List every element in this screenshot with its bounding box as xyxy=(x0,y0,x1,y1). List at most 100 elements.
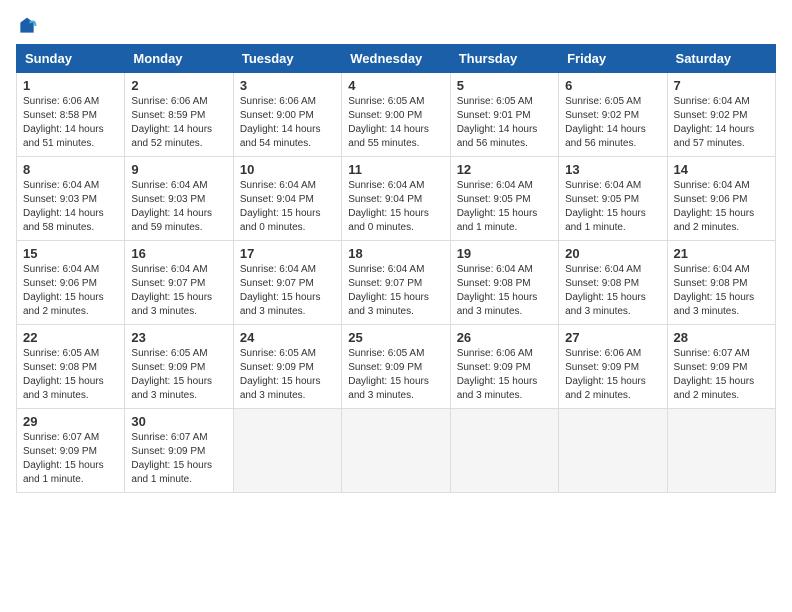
calendar-cell: 18 Sunrise: 6:04 AMSunset: 9:07 PMDayligh… xyxy=(342,241,450,325)
calendar-cell: 19 Sunrise: 6:04 AMSunset: 9:08 PMDayligh… xyxy=(450,241,558,325)
calendar-week-5: 29 Sunrise: 6:07 AMSunset: 9:09 PMDayligh… xyxy=(17,409,776,493)
calendar-cell: 2Sunrise: 6:06 AMSunset: 8:59 PMDaylight… xyxy=(125,73,233,157)
day-info: Sunrise: 6:06 AMSunset: 9:09 PMDaylight:… xyxy=(457,347,552,403)
day-header-saturday: Saturday xyxy=(667,45,775,73)
day-number: 5 xyxy=(457,78,552,93)
day-number: 19 xyxy=(457,246,552,261)
day-number: 24 xyxy=(240,330,335,345)
day-info: Sunrise: 6:05 AMSunset: 9:09 PMDaylight:… xyxy=(348,347,443,403)
day-header-friday: Friday xyxy=(559,45,667,73)
day-number: 8 xyxy=(23,162,118,177)
day-number: 2 xyxy=(131,78,226,93)
day-number: 12 xyxy=(457,162,552,177)
calendar-week-4: 22 Sunrise: 6:05 AMSunset: 9:08 PMDayligh… xyxy=(17,325,776,409)
day-info: Sunrise: 6:04 AMSunset: 9:05 PMDaylight:… xyxy=(457,179,552,235)
calendar-cell: 13 Sunrise: 6:04 AMSunset: 9:05 PMDayligh… xyxy=(559,157,667,241)
calendar-cell: 17 Sunrise: 6:04 AMSunset: 9:07 PMDayligh… xyxy=(233,241,341,325)
calendar-cell: 8 Sunrise: 6:04 AMSunset: 9:03 PMDaylight… xyxy=(17,157,125,241)
day-number: 14 xyxy=(674,162,769,177)
day-info: Sunrise: 6:06 AMSunset: 9:09 PMDaylight:… xyxy=(565,347,660,403)
day-info: Sunrise: 6:04 AMSunset: 9:02 PMDaylight:… xyxy=(674,95,769,151)
calendar-cell: 21Sunrise: 6:04 AMSunset: 9:08 PMDayligh… xyxy=(667,241,775,325)
day-info: Sunrise: 6:04 AMSunset: 9:03 PMDaylight:… xyxy=(131,179,226,235)
day-number: 23 xyxy=(131,330,226,345)
day-info: Sunrise: 6:04 AMSunset: 9:08 PMDaylight:… xyxy=(457,263,552,319)
day-number: 9 xyxy=(131,162,226,177)
calendar-cell: 24 Sunrise: 6:05 AMSunset: 9:09 PMDayligh… xyxy=(233,325,341,409)
calendar-cell: 4 Sunrise: 6:05 AMSunset: 9:00 PMDaylight… xyxy=(342,73,450,157)
day-info: Sunrise: 6:04 AMSunset: 9:04 PMDaylight:… xyxy=(240,179,335,235)
calendar-cell: 11 Sunrise: 6:04 AMSunset: 9:04 PMDayligh… xyxy=(342,157,450,241)
day-number: 10 xyxy=(240,162,335,177)
calendar-cell: 10 Sunrise: 6:04 AMSunset: 9:04 PMDayligh… xyxy=(233,157,341,241)
calendar-cell: 14 Sunrise: 6:04 AMSunset: 9:06 PMDayligh… xyxy=(667,157,775,241)
day-number: 18 xyxy=(348,246,443,261)
day-number: 17 xyxy=(240,246,335,261)
day-number: 20 xyxy=(565,246,660,261)
calendar-cell: 1 Sunrise: 6:06 AMSunset: 8:58 PMDaylight… xyxy=(17,73,125,157)
day-number: 1 xyxy=(23,78,118,93)
calendar-header-row: SundayMondayTuesdayWednesdayThursdayFrid… xyxy=(17,45,776,73)
day-info: Sunrise: 6:05 AMSunset: 9:00 PMDaylight:… xyxy=(348,95,443,151)
day-header-monday: Monday xyxy=(125,45,233,73)
calendar-cell xyxy=(233,409,341,493)
day-info: Sunrise: 6:06 AMSunset: 9:00 PMDaylight:… xyxy=(240,95,335,151)
calendar-cell: 23Sunrise: 6:05 AMSunset: 9:09 PMDayligh… xyxy=(125,325,233,409)
logo-icon xyxy=(17,16,37,36)
day-number: 29 xyxy=(23,414,118,429)
logo xyxy=(16,16,37,32)
day-info: Sunrise: 6:04 AMSunset: 9:07 PMDaylight:… xyxy=(348,263,443,319)
day-number: 28 xyxy=(674,330,769,345)
day-info: Sunrise: 6:04 AMSunset: 9:03 PMDaylight:… xyxy=(23,179,118,235)
calendar-cell: 27 Sunrise: 6:06 AMSunset: 9:09 PMDayligh… xyxy=(559,325,667,409)
day-number: 21 xyxy=(674,246,769,261)
day-number: 11 xyxy=(348,162,443,177)
day-info: Sunrise: 6:04 AMSunset: 9:07 PMDaylight:… xyxy=(240,263,335,319)
day-info: Sunrise: 6:04 AMSunset: 9:06 PMDaylight:… xyxy=(23,263,118,319)
day-number: 6 xyxy=(565,78,660,93)
calendar-cell: 12 Sunrise: 6:04 AMSunset: 9:05 PMDayligh… xyxy=(450,157,558,241)
day-info: Sunrise: 6:04 AMSunset: 9:04 PMDaylight:… xyxy=(348,179,443,235)
calendar-week-3: 15 Sunrise: 6:04 AMSunset: 9:06 PMDayligh… xyxy=(17,241,776,325)
day-number: 30 xyxy=(131,414,226,429)
day-info: Sunrise: 6:06 AMSunset: 8:58 PMDaylight:… xyxy=(23,95,118,151)
day-info: Sunrise: 6:05 AMSunset: 9:02 PMDaylight:… xyxy=(565,95,660,151)
calendar-cell: 26 Sunrise: 6:06 AMSunset: 9:09 PMDayligh… xyxy=(450,325,558,409)
calendar-cell xyxy=(342,409,450,493)
calendar-cell: 6 Sunrise: 6:05 AMSunset: 9:02 PMDaylight… xyxy=(559,73,667,157)
day-number: 7 xyxy=(674,78,769,93)
day-info: Sunrise: 6:05 AMSunset: 9:01 PMDaylight:… xyxy=(457,95,552,151)
day-number: 26 xyxy=(457,330,552,345)
calendar-cell xyxy=(559,409,667,493)
calendar-table: SundayMondayTuesdayWednesdayThursdayFrid… xyxy=(16,44,776,493)
calendar-cell: 25 Sunrise: 6:05 AMSunset: 9:09 PMDayligh… xyxy=(342,325,450,409)
page-header xyxy=(16,16,776,32)
calendar-week-1: 1 Sunrise: 6:06 AMSunset: 8:58 PMDaylight… xyxy=(17,73,776,157)
day-number: 22 xyxy=(23,330,118,345)
day-number: 16 xyxy=(131,246,226,261)
day-number: 13 xyxy=(565,162,660,177)
day-number: 25 xyxy=(348,330,443,345)
day-number: 27 xyxy=(565,330,660,345)
day-info: Sunrise: 6:05 AMSunset: 9:08 PMDaylight:… xyxy=(23,347,118,403)
calendar-cell: 7 Sunrise: 6:04 AMSunset: 9:02 PMDaylight… xyxy=(667,73,775,157)
day-info: Sunrise: 6:04 AMSunset: 9:06 PMDaylight:… xyxy=(674,179,769,235)
calendar-cell: 20Sunrise: 6:04 AMSunset: 9:08 PMDayligh… xyxy=(559,241,667,325)
day-header-thursday: Thursday xyxy=(450,45,558,73)
day-number: 4 xyxy=(348,78,443,93)
calendar-cell: 15 Sunrise: 6:04 AMSunset: 9:06 PMDayligh… xyxy=(17,241,125,325)
day-info: Sunrise: 6:05 AMSunset: 9:09 PMDaylight:… xyxy=(240,347,335,403)
calendar-cell: 3Sunrise: 6:06 AMSunset: 9:00 PMDaylight… xyxy=(233,73,341,157)
calendar-cell: 9 Sunrise: 6:04 AMSunset: 9:03 PMDaylight… xyxy=(125,157,233,241)
calendar-cell: 29Sunrise: 6:07 AMSunset: 9:09 PMDayligh… xyxy=(17,409,125,493)
day-info: Sunrise: 6:07 AMSunset: 9:09 PMDaylight:… xyxy=(674,347,769,403)
day-info: Sunrise: 6:07 AMSunset: 9:09 PMDaylight:… xyxy=(131,431,226,487)
calendar-cell: 28 Sunrise: 6:07 AMSunset: 9:09 PMDayligh… xyxy=(667,325,775,409)
calendar-cell: 16Sunrise: 6:04 AMSunset: 9:07 PMDayligh… xyxy=(125,241,233,325)
calendar-cell: 22 Sunrise: 6:05 AMSunset: 9:08 PMDayligh… xyxy=(17,325,125,409)
day-info: Sunrise: 6:04 AMSunset: 9:05 PMDaylight:… xyxy=(565,179,660,235)
calendar-week-2: 8 Sunrise: 6:04 AMSunset: 9:03 PMDaylight… xyxy=(17,157,776,241)
day-number: 15 xyxy=(23,246,118,261)
calendar-cell: 5 Sunrise: 6:05 AMSunset: 9:01 PMDaylight… xyxy=(450,73,558,157)
calendar-cell xyxy=(667,409,775,493)
